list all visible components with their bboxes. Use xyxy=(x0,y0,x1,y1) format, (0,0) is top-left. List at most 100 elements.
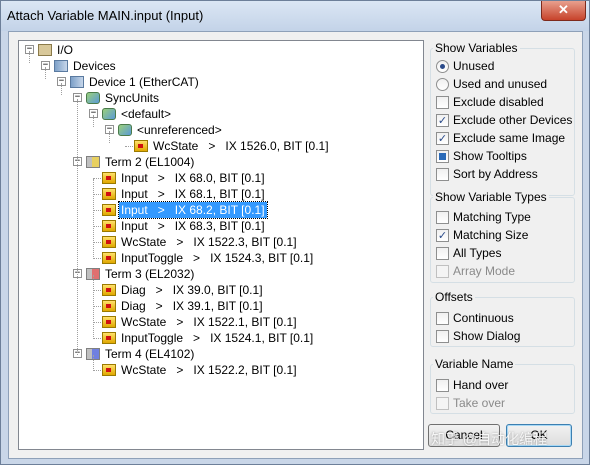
checkbox-box[interactable] xyxy=(436,247,449,260)
continuous-label: Continuous xyxy=(453,311,514,325)
input-var-icon xyxy=(102,252,116,264)
check-icon[interactable]: ✓ xyxy=(436,114,449,127)
input-var-icon xyxy=(102,300,116,312)
tree-node[interactable]: WcState > IX 1522.1, BIT [0.1] xyxy=(19,314,419,330)
matching-size-label: Matching Size xyxy=(453,228,529,242)
show-dialog-label: Show Dialog xyxy=(453,329,521,343)
tree-connector xyxy=(93,258,101,259)
tree-node-label[interactable]: Input > IX 68.0, BIT [0.1] xyxy=(119,170,267,186)
tree-connector xyxy=(93,306,101,307)
checkbox-box[interactable] xyxy=(436,312,449,325)
tree-connector xyxy=(93,242,101,243)
tree-node[interactable]: − <unreferenced> xyxy=(19,122,419,138)
tree-node[interactable]: WcState > IX 1522.2, BIT [0.1] xyxy=(19,362,419,378)
input-var-icon xyxy=(102,236,116,248)
input-var-icon xyxy=(102,364,116,376)
tree-node-label[interactable]: I/O xyxy=(55,42,75,58)
tree-node-label[interactable]: Diag > IX 39.1, BIT [0.1] xyxy=(119,298,265,314)
devices-icon xyxy=(54,60,68,72)
title-bar: Attach Variable MAIN.input (Input) ✕ xyxy=(1,1,589,31)
tree-node-label[interactable]: Term 3 (EL2032) xyxy=(103,266,196,282)
tree-node-label[interactable]: Term 4 (EL4102) xyxy=(103,346,196,362)
exclude-disabled-label: Exclude disabled xyxy=(453,95,544,109)
syncunit-icon xyxy=(118,124,132,136)
tree-node[interactable]: − Term 3 (EL2032) xyxy=(19,266,419,282)
input-var-icon xyxy=(102,332,116,344)
tree-node[interactable]: − I/O xyxy=(19,42,419,58)
tree-node-label[interactable]: Input > IX 68.2, BIT [0.1] xyxy=(118,201,268,219)
radio-indicator[interactable] xyxy=(436,60,449,73)
tree-node-label[interactable]: SyncUnits xyxy=(103,90,161,106)
hand-over-label: Hand over xyxy=(453,378,509,392)
tree-node-label[interactable]: WcState > IX 1526.0, BIT [0.1] xyxy=(151,138,331,154)
tree-node-label[interactable]: InputToggle > IX 1524.3, BIT [0.1] xyxy=(119,250,315,266)
tree-node[interactable]: InputToggle > IX 1524.3, BIT [0.1] xyxy=(19,250,419,266)
tree-node-label[interactable]: Input > IX 68.1, BIT [0.1] xyxy=(119,186,267,202)
tree-node[interactable]: − SyncUnits xyxy=(19,90,419,106)
unused-label: Unused xyxy=(453,59,495,73)
tree-node[interactable]: − <default> xyxy=(19,106,419,122)
checkbox-box[interactable] xyxy=(436,96,449,109)
tree-node-label[interactable]: WcState > IX 1522.3, BIT [0.1] xyxy=(119,234,299,250)
tree-connector xyxy=(93,338,101,339)
syncunits-icon xyxy=(86,92,100,104)
checkbox-box[interactable] xyxy=(436,211,449,224)
used-and-unused-label: Used and unused xyxy=(453,77,548,91)
tree-node[interactable]: InputToggle > IX 1524.1, BIT [0.1] xyxy=(19,330,419,346)
input-var-icon xyxy=(102,204,116,216)
tree-node[interactable]: Diag > IX 39.0, BIT [0.1] xyxy=(19,282,419,298)
tree-node[interactable]: Input > IX 68.2, BIT [0.1] xyxy=(19,201,419,219)
input-var-icon xyxy=(102,220,116,232)
matching-type-label: Matching Type xyxy=(453,210,531,224)
tree-node-label[interactable]: InputToggle > IX 1524.1, BIT [0.1] xyxy=(119,330,315,346)
tree-node[interactable]: − Devices xyxy=(19,58,419,74)
terminal-icon xyxy=(86,156,100,168)
dialog-client-area: − I/O − Devices − Device 1 (EtherCAT) − SyncUni… xyxy=(8,31,583,459)
checkbox-box[interactable] xyxy=(436,330,449,343)
tree-node[interactable]: − Device 1 (EtherCAT) xyxy=(19,74,419,90)
tree-node[interactable]: − Term 2 (EL1004) xyxy=(19,154,419,170)
tree-node-label[interactable]: Diag > IX 39.0, BIT [0.1] xyxy=(119,282,265,298)
input-var-icon xyxy=(102,188,116,200)
tree-guide-line xyxy=(29,51,30,63)
input-var-icon xyxy=(134,140,148,152)
tree-node[interactable]: Input > IX 68.3, BIT [0.1] xyxy=(19,218,419,234)
tree-node-label[interactable]: WcState > IX 1522.1, BIT [0.1] xyxy=(119,314,299,330)
tree-guide-line xyxy=(77,99,78,355)
show-variables-title: Show Variables xyxy=(433,41,520,55)
tree-guide-line xyxy=(93,275,94,339)
exclude-other-devices-label: Exclude other Devices xyxy=(453,113,573,127)
tree-node[interactable]: − Term 4 (EL4102) xyxy=(19,346,419,362)
check-icon[interactable]: ✓ xyxy=(436,229,449,242)
array-mode-label: Array Mode xyxy=(453,264,516,278)
tree-node[interactable]: Diag > IX 39.1, BIT [0.1] xyxy=(19,298,419,314)
tree-node[interactable]: Input > IX 68.0, BIT [0.1] xyxy=(19,170,419,186)
io-tree-view[interactable]: − I/O − Devices − Device 1 (EtherCAT) − SyncUni… xyxy=(18,40,424,450)
tree-node-label[interactable]: <unreferenced> xyxy=(135,122,224,138)
sort-by-address-label: Sort by Address xyxy=(453,167,538,181)
tree-node[interactable]: Input > IX 68.1, BIT [0.1] xyxy=(19,186,419,202)
tree-node-label[interactable]: WcState > IX 1522.2, BIT [0.1] xyxy=(119,362,299,378)
radio-indicator[interactable] xyxy=(436,78,449,91)
offsets-title: Offsets xyxy=(433,290,475,304)
tree-node-label[interactable]: Device 1 (EtherCAT) xyxy=(87,74,201,90)
tree-connector xyxy=(93,194,101,195)
tree-connector xyxy=(93,210,101,211)
checkbox-box xyxy=(436,265,449,278)
tree-node[interactable]: WcState > IX 1522.3, BIT [0.1] xyxy=(19,234,419,250)
indeterminate-icon[interactable] xyxy=(436,150,449,163)
checkbox-box[interactable] xyxy=(436,168,449,181)
tree-guide-line xyxy=(45,67,46,79)
tree-node-label[interactable]: Input > IX 68.3, BIT [0.1] xyxy=(119,218,267,234)
check-icon[interactable]: ✓ xyxy=(436,132,449,145)
checkbox-box[interactable] xyxy=(436,379,449,392)
tree-guide-line xyxy=(61,83,62,95)
tree-node-label[interactable]: Devices xyxy=(71,58,118,74)
tree-node[interactable]: WcState > IX 1526.0, BIT [0.1] xyxy=(19,138,419,154)
tree-node-label[interactable]: <default> xyxy=(119,106,173,122)
close-button[interactable]: ✕ xyxy=(541,1,586,21)
attach-variable-dialog: Attach Variable MAIN.input (Input) ✕ − I/… xyxy=(0,0,590,465)
tree-node-label[interactable]: Term 2 (EL1004) xyxy=(103,154,196,170)
tree-connector xyxy=(125,146,133,147)
tree-guide-line xyxy=(93,355,94,371)
